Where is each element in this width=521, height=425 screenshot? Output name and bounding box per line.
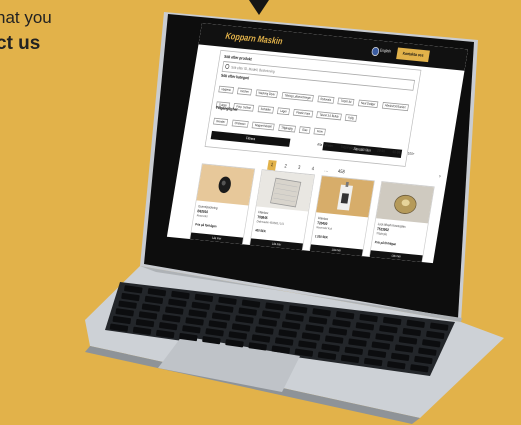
category-chip[interactable]: Hygiene bbox=[218, 85, 234, 94]
tab-item[interactable]: Tillgänglig bbox=[340, 145, 354, 150]
product-image bbox=[196, 164, 255, 206]
tab-item[interactable]: 20-50 bbox=[377, 148, 385, 153]
search-icon bbox=[224, 63, 230, 70]
product-price: Pris på förfrågan bbox=[374, 239, 397, 247]
category-chip[interactable]: Plastic trops bbox=[293, 109, 314, 118]
category-chip[interactable]: Lager bbox=[277, 107, 290, 116]
site-logo[interactable]: Kopparn Maskin bbox=[225, 31, 284, 47]
category-chip[interactable]: Neat Dodger bbox=[357, 99, 379, 109]
tag-chip[interactable]: Glas bbox=[298, 126, 311, 134]
contact-button[interactable]: Kontakta oss bbox=[396, 47, 430, 63]
product-card[interactable]: Lock tillverk Kosmoplex T523902 Tillgäng… bbox=[368, 181, 435, 264]
laptop: Kopparn Maskin English Kontakta oss Sök … bbox=[0, 0, 521, 425]
category-chip[interactable]: Rationale bbox=[317, 95, 335, 104]
product-subtitle: Tillgänglig bbox=[376, 231, 388, 236]
tag-chip[interactable]: Magnet Modell bbox=[251, 121, 275, 131]
category-chip[interactable]: Teknik 3.0 Bulldz bbox=[316, 111, 342, 121]
category-chip[interactable]: TASKI 84 bbox=[337, 97, 355, 106]
product-card[interactable]: Filterbox T20400 Reservdel Kok 1 200 SEK… bbox=[308, 175, 375, 258]
product-subtitle: Diskmaskin 400/600 | 101 bbox=[256, 219, 285, 226]
category-chip[interactable]: Washing Dryer bbox=[255, 89, 279, 99]
tag-chip[interactable]: Chateaux bbox=[231, 119, 249, 128]
product-subtitle: Reservdel Kok bbox=[316, 225, 333, 231]
webpage: Kopparn Maskin English Kontakta oss Sök … bbox=[166, 23, 468, 264]
product-image bbox=[316, 176, 375, 218]
product-subtitle: Reservdel bbox=[196, 213, 208, 219]
product-price: Pris på förfrågan bbox=[194, 222, 217, 229]
category-chip[interactable]: Allmän/Ort/Sanitet bbox=[381, 101, 409, 112]
category-chip[interactable]: Schabbe bbox=[257, 105, 274, 114]
product-image bbox=[256, 170, 315, 212]
category-chip[interactable]: Tiltning Lyftanordningar bbox=[281, 91, 315, 102]
flag-icon[interactable] bbox=[371, 46, 380, 57]
product-image bbox=[376, 182, 434, 224]
product-price: 1 200 SEK bbox=[314, 233, 329, 240]
tab-item[interactable]: 100+ bbox=[407, 151, 414, 156]
product-price: 400 SEK bbox=[254, 227, 267, 234]
next-page-icon[interactable]: › bbox=[439, 174, 442, 180]
product-card[interactable]: Filterbox T00845 Diskmaskin 400/600 | 10… bbox=[249, 169, 315, 252]
product-card[interactable]: Gummipackning B62910 Reservdel Pris på f… bbox=[189, 163, 256, 246]
tab-item[interactable]: Spare bbox=[361, 147, 370, 152]
tab-item[interactable]: Alla nyheter bbox=[317, 142, 333, 148]
category-chip[interactable]: Kylig bbox=[345, 114, 357, 122]
tag-chip[interactable]: Wonder bbox=[213, 117, 229, 126]
tag-chip[interactable]: Tillgänglig bbox=[278, 124, 296, 133]
language-selector[interactable]: English bbox=[380, 48, 392, 54]
tab-item[interactable]: 50-99 bbox=[392, 150, 400, 155]
category-chip[interactable]: Kitchen bbox=[237, 87, 253, 96]
screen-content: Kopparn Maskin English Kontakta oss Sök … bbox=[166, 23, 468, 264]
